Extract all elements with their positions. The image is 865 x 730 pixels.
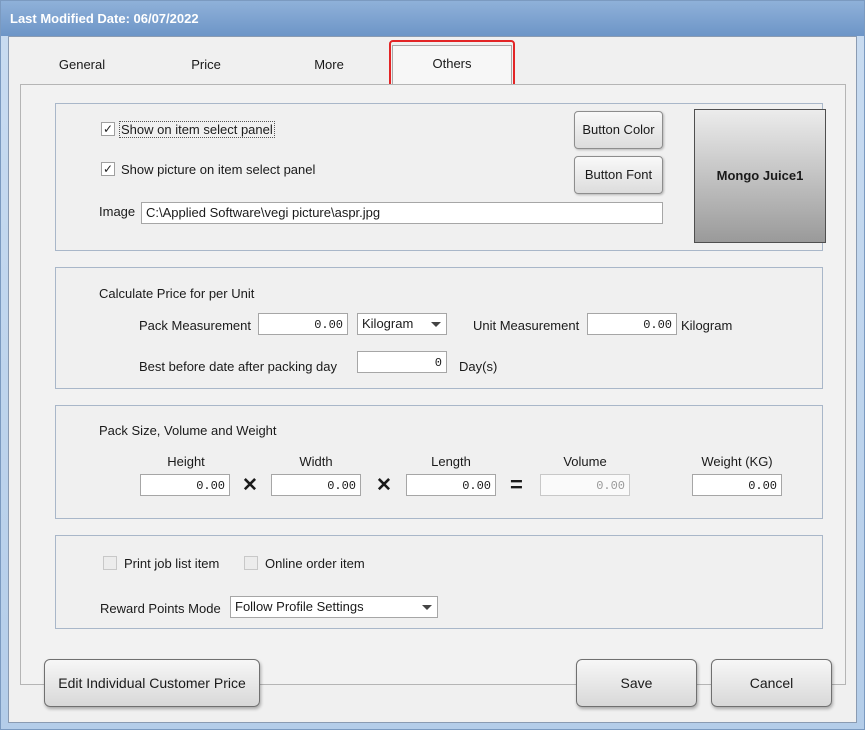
best-before-label: Best before date after packing day: [139, 359, 338, 374]
display-settings-group: ✓ Show on item select panel ✓ Show pictu…: [55, 103, 826, 251]
volume-label: Volume: [563, 454, 607, 469]
height-label: Height: [167, 454, 205, 469]
online-order-label: Online order item: [265, 556, 365, 571]
length-label: Length: [431, 454, 471, 469]
pack-size-group: Pack Size, Volume and Weight Height Widt…: [55, 405, 823, 519]
pack-measurement-field[interactable]: 0.00: [258, 313, 348, 335]
reward-points-value: Follow Profile Settings: [235, 599, 364, 614]
equals-icon: =: [510, 472, 523, 497]
chevron-down-icon: [431, 322, 441, 327]
tab-price[interactable]: Price: [169, 58, 243, 80]
chevron-down-icon: [422, 605, 432, 610]
best-before-unit: Day(s): [459, 359, 498, 374]
reward-points-label: Reward Points Mode: [100, 601, 221, 616]
weight-label: Weight (KG): [701, 454, 773, 469]
show-on-panel-checkbox[interactable]: ✓: [101, 122, 115, 136]
pack-unit-select[interactable]: Kilogram: [357, 313, 447, 335]
window-title: Last Modified Date: 06/07/2022: [1, 1, 864, 36]
width-field[interactable]: 0.00: [271, 474, 361, 496]
best-before-field[interactable]: 0: [357, 351, 447, 373]
edit-customer-price-button[interactable]: Edit Individual Customer Price: [44, 659, 260, 707]
unit-price-group: Calculate Price for per Unit Pack Measur…: [55, 267, 823, 389]
button-color-button[interactable]: Button Color: [574, 111, 663, 149]
show-on-panel-label: Show on item select panel: [119, 121, 275, 138]
online-order-checkbox[interactable]: [244, 556, 258, 570]
unit-measurement-label: Unit Measurement: [473, 318, 580, 333]
width-label: Width: [299, 454, 333, 469]
tab-general[interactable]: General: [47, 58, 117, 80]
print-job-label: Print job list item: [124, 556, 220, 571]
multiply-icon: ✕: [242, 475, 258, 496]
show-picture-checkbox[interactable]: ✓: [101, 162, 115, 176]
multiply-icon: ✕: [376, 475, 392, 496]
unit-measurement-field[interactable]: 0.00: [587, 313, 677, 335]
dialog-client-area: General Price More Others ✓ Show on item…: [8, 36, 857, 723]
image-label: Image: [99, 204, 136, 219]
cancel-button[interactable]: Cancel: [711, 659, 832, 707]
length-field[interactable]: 0.00: [406, 474, 496, 496]
tab-others[interactable]: Others: [392, 45, 512, 85]
button-preview: Mongo Juice1: [694, 109, 826, 243]
tab-more[interactable]: More: [292, 58, 366, 80]
volume-field: 0.00: [540, 474, 630, 496]
show-picture-label: Show picture on item select panel: [121, 162, 316, 177]
item-options-group: Print job list item Online order item Re…: [55, 535, 823, 629]
button-font-button[interactable]: Button Font: [574, 156, 663, 194]
height-field[interactable]: 0.00: [140, 474, 230, 496]
save-button[interactable]: Save: [576, 659, 697, 707]
image-path-field[interactable]: C:\Applied Software\vegi picture\aspr.jp…: [141, 202, 663, 224]
pack-size-title: Pack Size, Volume and Weight: [99, 423, 277, 438]
tab-page-others: ✓ Show on item select panel ✓ Show pictu…: [20, 84, 846, 685]
dialog-window: Last Modified Date: 06/07/2022 General P…: [0, 0, 865, 730]
check-mark-icon: ✓: [102, 162, 114, 176]
pack-unit-value: Kilogram: [362, 316, 414, 331]
pack-measurement-label: Pack Measurement: [139, 318, 251, 333]
weight-field[interactable]: 0.00: [692, 474, 782, 496]
reward-points-select[interactable]: Follow Profile Settings: [230, 596, 438, 618]
check-mark-icon: ✓: [102, 122, 114, 136]
unit-measurement-unit: Kilogram: [681, 318, 733, 333]
unit-price-title: Calculate Price for per Unit: [99, 286, 255, 301]
print-job-checkbox[interactable]: [103, 556, 117, 570]
